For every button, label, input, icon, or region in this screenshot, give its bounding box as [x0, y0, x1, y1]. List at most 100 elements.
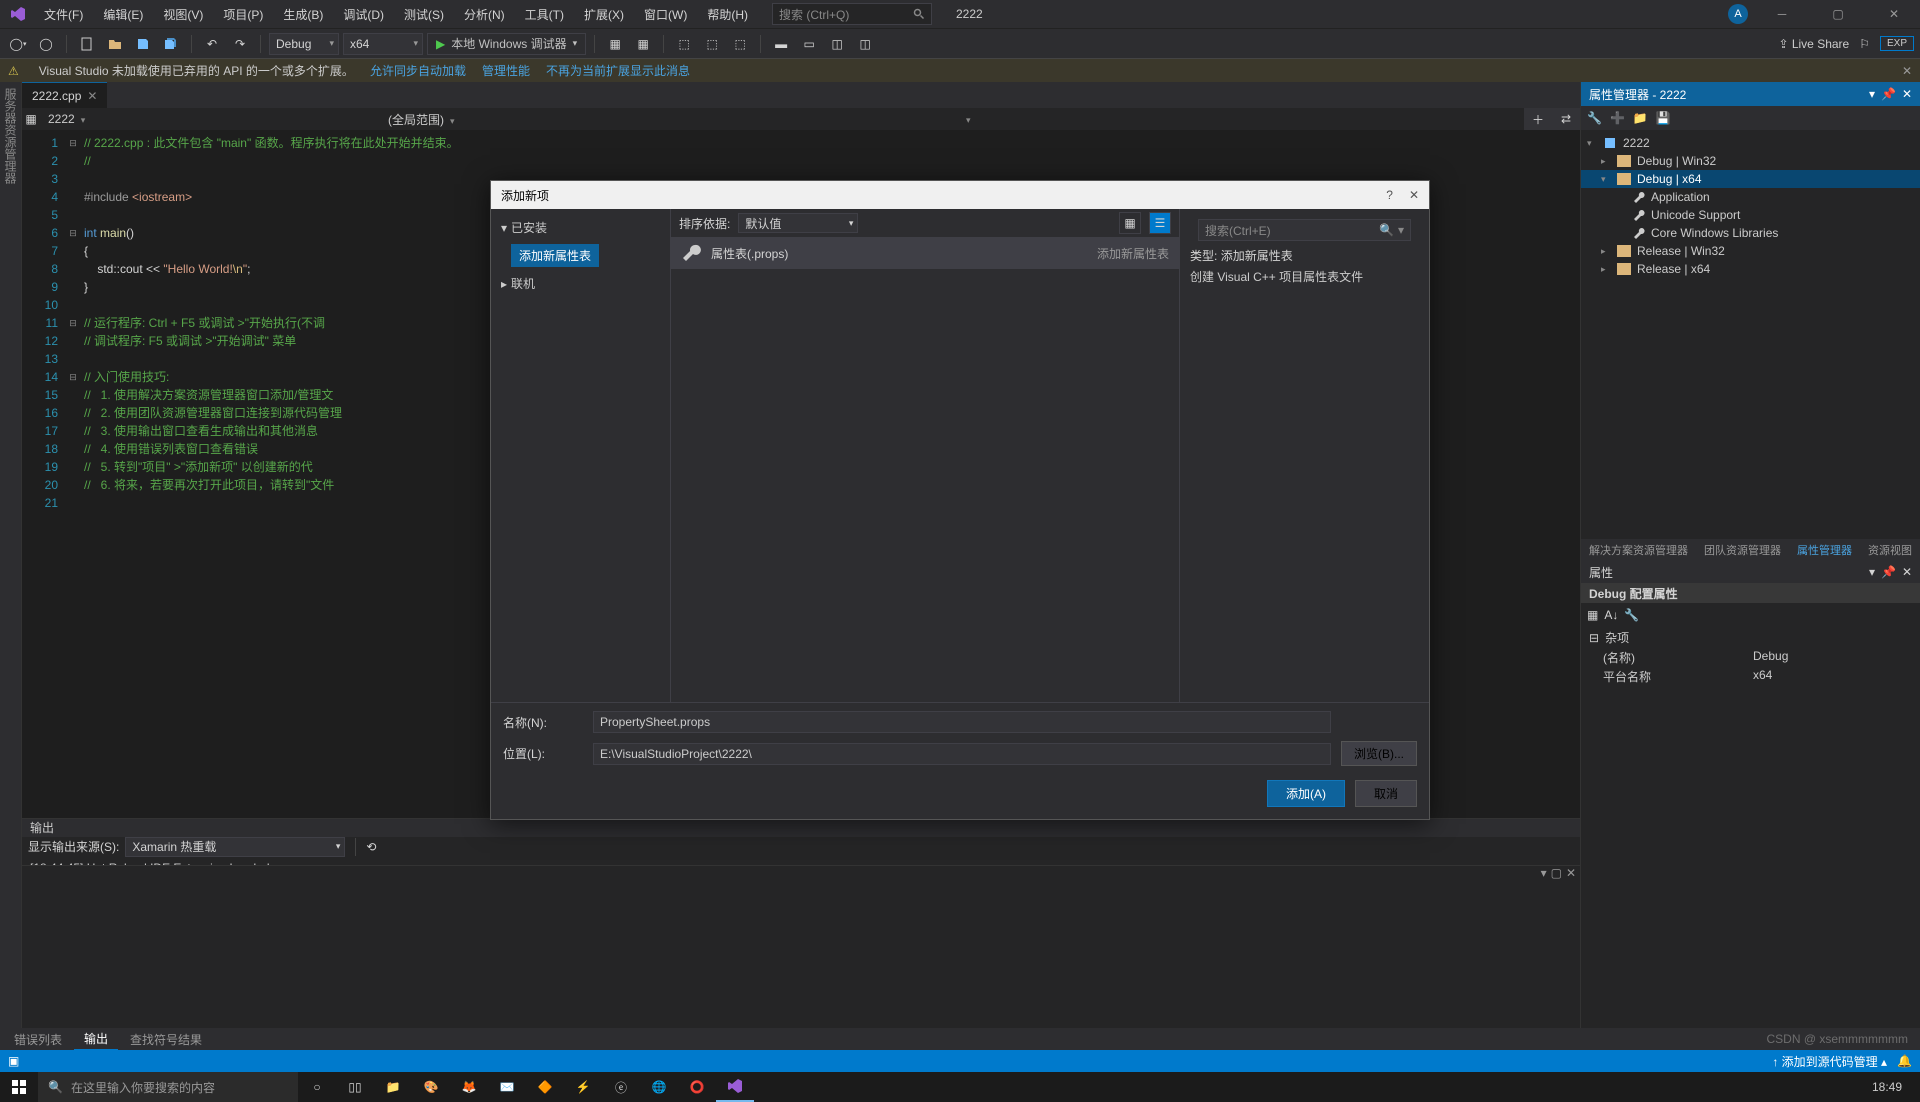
panel-maximize-icon[interactable]: ▢	[1551, 866, 1562, 884]
prop-row[interactable]: 平台名称x64	[1581, 667, 1920, 686]
cat-icon[interactable]: ▦	[1587, 608, 1598, 622]
back-button[interactable]: ◯▾	[6, 32, 30, 56]
panel-pin-icon[interactable]: 📌	[1881, 565, 1896, 579]
system-tray[interactable]: 18:49	[1862, 1080, 1920, 1094]
redo-button[interactable]: ↷	[228, 32, 252, 56]
cancel-button[interactable]: 取消	[1355, 780, 1417, 807]
az-icon[interactable]: A↓	[1604, 608, 1618, 622]
maximize-button[interactable]: ▢	[1816, 0, 1860, 28]
forward-button[interactable]: ◯	[34, 32, 58, 56]
save-icon[interactable]: 💾	[1656, 111, 1671, 125]
open-button[interactable]	[103, 32, 127, 56]
browse-button[interactable]: 浏览(B)...	[1341, 741, 1417, 766]
config-dropdown[interactable]: Debug	[269, 33, 339, 55]
platform-dropdown[interactable]: x64	[343, 33, 423, 55]
start-button[interactable]	[0, 1072, 38, 1102]
notification-link[interactable]: 允许同步自动加载	[370, 62, 466, 79]
tree-item[interactable]: ▸Release | Win32	[1581, 242, 1920, 260]
menu-item[interactable]: 工具(T)	[517, 2, 572, 27]
tree-item[interactable]: ▾Debug | x64	[1581, 170, 1920, 188]
save-all-button[interactable]	[159, 32, 183, 56]
help-button[interactable]: ?	[1386, 188, 1393, 202]
location-input[interactable]	[593, 743, 1331, 765]
paint-icon[interactable]: 🎨	[412, 1072, 450, 1102]
toolbar-icon[interactable]: ⬚	[672, 32, 696, 56]
name-input[interactable]	[593, 711, 1331, 733]
cortana-icon[interactable]: ○	[298, 1072, 336, 1102]
menu-item[interactable]: 测试(S)	[396, 2, 452, 27]
panel-dropdown-icon[interactable]: ▾	[1869, 565, 1875, 579]
live-share-button[interactable]: ⇪ Live Share	[1778, 37, 1849, 51]
propmgr-tree[interactable]: ▾2222▸Debug | Win32▾Debug | x64Applicati…	[1581, 130, 1920, 539]
toolbar-icon[interactable]: ◫	[825, 32, 849, 56]
source-control-button[interactable]: ↑ 添加到源代码管理 ▴	[1772, 1053, 1887, 1070]
toolbar-icon[interactable]: ▦	[603, 32, 627, 56]
panel-pin-icon[interactable]: 📌	[1881, 87, 1896, 101]
panel-dropdown-icon[interactable]: ▾	[1541, 866, 1547, 884]
ie-icon[interactable]: ⓔ	[602, 1072, 640, 1102]
new-file-button[interactable]	[75, 32, 99, 56]
tab-close-icon[interactable]: ✕	[87, 89, 97, 103]
account-avatar[interactable]: A	[1728, 4, 1748, 24]
edge-icon[interactable]: 🌐	[640, 1072, 678, 1102]
taskbar-search[interactable]: 🔍 在这里输入你要搜索的内容	[38, 1072, 298, 1102]
notification-link[interactable]: 不再为当前扩展显示此消息	[546, 62, 690, 79]
sort-dropdown[interactable]: 默认值	[738, 213, 858, 233]
chrome-icon[interactable]: ⭕	[678, 1072, 716, 1102]
view-list-button[interactable]: ☰	[1149, 212, 1171, 234]
add-button[interactable]: 添加(A)	[1267, 780, 1345, 807]
prop-category[interactable]: ⊟杂项	[1581, 627, 1920, 648]
app-icon[interactable]: ⚡	[564, 1072, 602, 1102]
menu-item[interactable]: 生成(B)	[275, 2, 331, 27]
tree-item[interactable]: ▸Debug | Win32	[1581, 152, 1920, 170]
dialog-titlebar[interactable]: 添加新项 ?✕	[491, 181, 1429, 209]
bottom-tab[interactable]: 输出	[74, 1028, 118, 1051]
output-source-dropdown[interactable]: Xamarin 热重载	[125, 837, 345, 857]
run-button[interactable]: ▶本地 Windows 调试器▾	[427, 33, 586, 55]
panel-close-icon[interactable]: ✕	[1902, 565, 1912, 579]
split-button[interactable]: ＋	[1524, 108, 1552, 130]
explorer-icon[interactable]: 📁	[374, 1072, 412, 1102]
toolbar-icon[interactable]: ▭	[797, 32, 821, 56]
save-button[interactable]	[131, 32, 155, 56]
toggle-button[interactable]: ⇄	[1552, 108, 1580, 130]
panel-dropdown-icon[interactable]: ▾	[1869, 87, 1875, 101]
add-icon[interactable]: ➕	[1610, 111, 1625, 125]
template-list[interactable]: 属性表(.props) 添加新属性表	[671, 237, 1179, 702]
toolbar-icon[interactable]: ▬	[769, 32, 793, 56]
bottom-tab[interactable]: 错误列表	[4, 1029, 72, 1050]
wrench-icon[interactable]: 🔧	[1624, 608, 1639, 622]
template-item[interactable]: 属性表(.props) 添加新属性表	[671, 237, 1179, 269]
menu-item[interactable]: 视图(V)	[155, 2, 211, 27]
tree-item[interactable]: Unicode Support	[1581, 206, 1920, 224]
vs-icon[interactable]	[716, 1072, 754, 1102]
gutter-tab[interactable]: 服务器资源管理器	[2, 88, 19, 1022]
output-btn[interactable]: ⟲	[366, 840, 376, 854]
tree-item[interactable]: Application	[1581, 188, 1920, 206]
right-tab[interactable]: 属性管理器	[1789, 539, 1860, 561]
panel-close-icon[interactable]: ✕	[1566, 866, 1576, 884]
task-view-icon[interactable]: ▯▯	[336, 1072, 374, 1102]
panel-close-icon[interactable]: ✕	[1902, 87, 1912, 101]
nav-scope-2[interactable]: (全局范围)	[380, 111, 952, 128]
toolbar-icon[interactable]: ◫	[853, 32, 877, 56]
menu-item[interactable]: 扩展(X)	[576, 2, 632, 27]
category-selected[interactable]: 添加新属性表	[511, 244, 599, 267]
close-button[interactable]: ✕	[1872, 0, 1916, 28]
template-search[interactable]: 搜索(Ctrl+E) 🔍 ▾	[1198, 219, 1411, 241]
undo-button[interactable]: ↶	[200, 32, 224, 56]
app-icon[interactable]: 🔶	[526, 1072, 564, 1102]
tree-item[interactable]: Core Windows Libraries	[1581, 224, 1920, 242]
nav-scope-1[interactable]: 2222	[40, 112, 380, 126]
properties-grid[interactable]: ⊟杂项 (名称)Debug平台名称x64	[1581, 627, 1920, 1028]
toolbar-icon[interactable]: ▦	[631, 32, 655, 56]
editor-tab[interactable]: 2222.cpp ✕	[22, 82, 107, 108]
right-tab[interactable]: 解决方案资源管理器	[1581, 539, 1696, 561]
online-node[interactable]: ▸联机	[497, 271, 664, 296]
installed-node[interactable]: ▾已安装	[497, 215, 664, 240]
fold-gutter[interactable]: ⊟⊟⊟⊟	[66, 130, 80, 818]
menu-item[interactable]: 文件(F)	[36, 2, 91, 27]
prop-row[interactable]: (名称)Debug	[1581, 648, 1920, 667]
menu-item[interactable]: 项目(P)	[215, 2, 271, 27]
menu-item[interactable]: 编辑(E)	[95, 2, 151, 27]
